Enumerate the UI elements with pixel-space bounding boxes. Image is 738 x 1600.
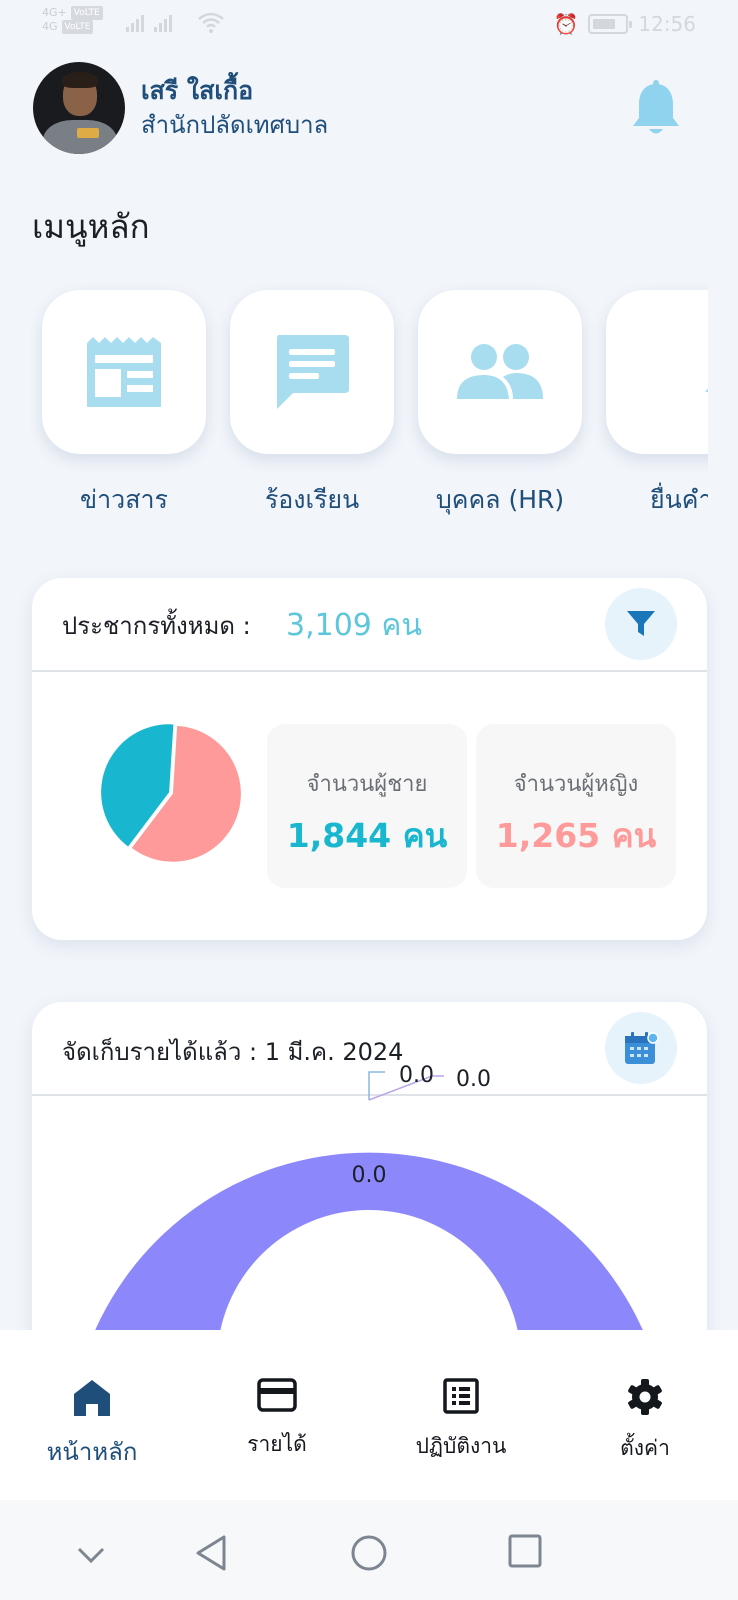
female-stat: จำนวนผู้หญิง 1,265 คน [476, 724, 676, 888]
status-bar: 4G+ VoLTE 4G VoLTE ⏰ 12:56 [0, 0, 738, 50]
main-menu-scroller[interactable]: ข่าวสาร ร้องเรียน บุคคล (HR) ยื่นคำ [30, 282, 708, 522]
carrier-label-2: 4G [42, 20, 58, 33]
chat-message-icon [277, 335, 349, 409]
population-card: ประชากรทั้งหมด : 3,109 คน จำนวนผู้ชาย 1,… [32, 578, 707, 940]
user-department: สำนักปลัดเทศบาล [141, 111, 329, 139]
nav-label: รายได้ [247, 1432, 307, 1456]
status-right: ⏰ 12:56 [553, 12, 696, 36]
nav-settings[interactable]: ตั้งค่า [560, 1378, 730, 1465]
leader-line [368, 1071, 385, 1100]
carrier-label: 4G+ [42, 6, 67, 19]
list-icon [443, 1378, 479, 1414]
male-label: จำนวนผู้ชาย [306, 772, 428, 797]
population-pie-chart [101, 724, 241, 862]
nav-revenue[interactable]: รายได้ [192, 1378, 362, 1461]
signal-icon-2 [154, 14, 172, 32]
filter-icon [627, 611, 655, 636]
male-stat: จำนวนผู้ชาย 1,844 คน [267, 724, 467, 888]
newspaper-icon [87, 337, 161, 407]
revenue-card: จัดเก็บรายได้แล้ว : 1 มี.ค. 2024 0.0 0.0… [32, 1002, 707, 1362]
battery-icon [588, 14, 633, 34]
nav-work[interactable]: ปฏิบัติงาน [376, 1378, 546, 1463]
people-icon [457, 344, 543, 399]
credit-card-icon [257, 1378, 297, 1412]
menu-item-hr[interactable]: บุคคล (HR) [406, 282, 582, 520]
clock: 12:56 [638, 12, 696, 36]
profile-header[interactable]: เสรี ใสเกื้อ สำนักปลัดเทศบาล [33, 62, 328, 154]
population-total: 3,109 คน [286, 608, 422, 643]
bell-icon[interactable] [630, 80, 682, 140]
menu-label: บุคคล (HR) [435, 485, 565, 514]
wifi-icon [198, 12, 224, 33]
home-circle-icon[interactable] [350, 1534, 388, 1572]
volte-badge-2: VoLTE [61, 20, 94, 34]
alert-bell-icon [705, 388, 708, 392]
nav-label: ตั้งค่า [620, 1436, 670, 1460]
female-label: จำนวนผู้หญิง [513, 772, 639, 797]
signal-icons [126, 14, 172, 32]
user-name: เสรี ใสเกื้อ [141, 76, 254, 105]
menu-label: ร้องเรียน [264, 485, 360, 514]
back-icon[interactable] [194, 1534, 228, 1572]
menu-label: ยื่นคำร้ [650, 485, 708, 514]
menu-label: ข่าวสาร [80, 485, 168, 514]
male-value: 1,844 คน [286, 816, 448, 855]
nav-label: ปฏิบัติงาน [415, 1434, 507, 1458]
filter-button[interactable] [605, 588, 677, 660]
donut-label: 0.0 [456, 1067, 491, 1092]
volte-badge: VoLTE [70, 6, 103, 20]
signal-icon [126, 14, 144, 32]
carrier-info: 4G+ VoLTE 4G VoLTE [42, 6, 103, 34]
system-nav-bar [0, 1500, 738, 1600]
menu-item-news[interactable]: ข่าวสาร [30, 282, 206, 520]
nav-home[interactable]: หน้าหลัก [7, 1378, 177, 1471]
female-value: 1,265 คน [495, 816, 657, 855]
donut-label: 0.0 [352, 1163, 387, 1188]
alarm-icon: ⏰ [553, 12, 579, 36]
recents-icon[interactable] [508, 1534, 542, 1568]
main-menu-title: เมนูหลัก [32, 207, 150, 246]
donut-label: 0.0 [399, 1063, 434, 1088]
avatar[interactable] [33, 62, 125, 154]
population-title: ประชากรทั้งหมด : [62, 612, 251, 640]
menu-item-complaint[interactable]: ร้องเรียน [218, 282, 394, 520]
revenue-donut-chart: 0.0 0.0 0.0 [83, 1063, 655, 1362]
bottom-nav: หน้าหลัก รายได้ ปฏิบัติงาน ตั้งค่า [0, 1330, 738, 1500]
nav-label: หน้าหลัก [46, 1438, 138, 1466]
chevron-down-icon[interactable] [76, 1546, 106, 1564]
gear-icon [628, 1379, 662, 1415]
home-icon [74, 1380, 110, 1416]
menu-item-request[interactable]: ยื่นคำร้ [594, 282, 708, 520]
